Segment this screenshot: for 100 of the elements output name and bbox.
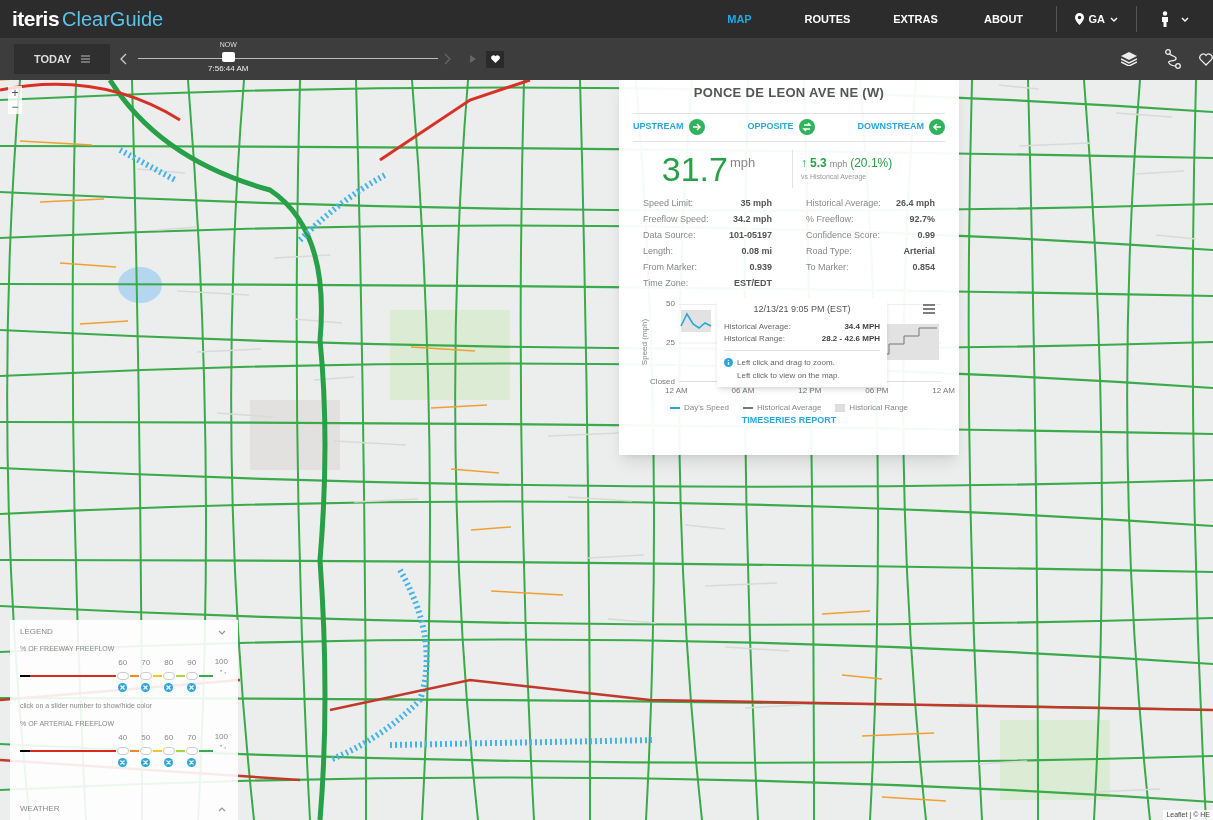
tooltip-label: Historical Average: bbox=[724, 321, 791, 333]
threshold-value[interactable]: 80 bbox=[164, 656, 174, 669]
remove-color-button[interactable] bbox=[141, 682, 151, 692]
slider-handle[interactable] bbox=[139, 746, 152, 755]
stat-value: 26.4 mph bbox=[896, 196, 935, 210]
current-speed: 31.7 bbox=[661, 149, 728, 188]
y-tick-label: 50 bbox=[666, 298, 675, 309]
legend-label: Day's Speed bbox=[683, 401, 730, 414]
favorite-button[interactable] bbox=[486, 50, 505, 68]
tooltip-title: 12/13/21 9:05 PM (EST) bbox=[752, 302, 852, 316]
slider-handle[interactable] bbox=[116, 671, 129, 680]
close-icon bbox=[189, 759, 195, 765]
stat-value: Arterial bbox=[903, 244, 935, 258]
threshold-value[interactable]: 70 bbox=[141, 656, 151, 669]
stat-label: Confidence Score: bbox=[806, 228, 881, 242]
chevron-down-icon bbox=[218, 629, 226, 635]
zoom-out-button[interactable]: − bbox=[8, 100, 22, 114]
route-icon bbox=[1164, 49, 1182, 69]
tooltip-hint: Left click to view on the map. bbox=[737, 370, 840, 382]
speed-change-percent: (20.1%) bbox=[850, 155, 893, 173]
close-icon bbox=[189, 684, 195, 690]
speed-scale-segment bbox=[198, 674, 213, 677]
scale-max-value: 100 bbox=[214, 731, 228, 743]
speed-change: 5.3 bbox=[810, 155, 827, 173]
slider-handle[interactable] bbox=[185, 671, 198, 680]
remove-color-button[interactable] bbox=[118, 682, 128, 692]
zoom-in-button[interactable]: + bbox=[8, 86, 22, 100]
remove-color-button[interactable] bbox=[164, 682, 174, 692]
stat-label: Length: bbox=[643, 244, 674, 258]
slider-handle[interactable] bbox=[185, 746, 198, 755]
slider-handle[interactable] bbox=[139, 671, 152, 680]
chevron-down-icon bbox=[1181, 16, 1189, 22]
stat-label: Data Source: bbox=[643, 228, 696, 242]
speed-scale-segment bbox=[152, 749, 162, 752]
threshold-value[interactable]: 50 bbox=[141, 731, 151, 744]
y-tick-label: Closed bbox=[650, 376, 675, 387]
stat-value: 34.2 mph bbox=[733, 212, 772, 226]
remove-color-button[interactable] bbox=[141, 757, 151, 767]
speed-scale-segment bbox=[129, 749, 139, 752]
menu-icon bbox=[81, 55, 91, 63]
threshold-value[interactable]: 40 bbox=[118, 731, 128, 744]
stat-value: 0.854 bbox=[912, 260, 935, 274]
play-icon bbox=[470, 55, 477, 63]
slider-handle[interactable] bbox=[162, 671, 175, 680]
scale-max-value: 100 bbox=[214, 656, 228, 668]
nav-tab[interactable]: MAP bbox=[695, 0, 784, 38]
nav-tab[interactable]: ROUTES bbox=[783, 0, 872, 38]
segment-link[interactable]: DOWNSTREAM bbox=[857, 119, 945, 135]
region-dropdown[interactable]: GA bbox=[1056, 0, 1136, 38]
today-button[interactable]: TODAY bbox=[14, 44, 111, 74]
tooltip-value: 28.2 - 42.6 MPH bbox=[821, 333, 880, 345]
logo-product: ClearGuide bbox=[62, 7, 164, 33]
y-tick-label: 25 bbox=[666, 337, 675, 348]
stat-value: 0.99 bbox=[917, 228, 935, 242]
threshold-value[interactable]: 60 bbox=[164, 731, 174, 744]
close-icon bbox=[120, 759, 126, 765]
threshold-value[interactable]: 60 bbox=[118, 656, 128, 669]
nav-tab[interactable]: ABOUT bbox=[959, 0, 1048, 38]
location-pin-icon bbox=[1074, 13, 1084, 25]
timeseries-report-link[interactable]: TIMESERIES REPORT bbox=[741, 413, 837, 427]
close-icon bbox=[143, 684, 149, 690]
speed-scale-segment bbox=[152, 674, 162, 677]
stat-label: Historical Average: bbox=[806, 196, 881, 210]
x-tick-label: 12 AM bbox=[932, 384, 955, 397]
threshold-value[interactable]: 90 bbox=[187, 656, 197, 669]
close-icon bbox=[120, 684, 126, 690]
remove-color-button[interactable] bbox=[187, 682, 197, 692]
legend-label: Historical Range bbox=[849, 401, 909, 414]
speed-change-unit: mph bbox=[829, 158, 848, 172]
segment-link[interactable]: UPSTREAM bbox=[633, 119, 705, 135]
x-tick-label: 12 AM bbox=[665, 384, 688, 397]
speed-scale-segment bbox=[175, 749, 185, 752]
tooltip-hint: Left click and drag to zoom. bbox=[737, 357, 836, 369]
stat-label: To Marker: bbox=[806, 260, 849, 274]
person-icon bbox=[1161, 11, 1169, 27]
remove-color-button[interactable] bbox=[118, 757, 128, 767]
slider-handle[interactable] bbox=[162, 746, 175, 755]
heart-icon bbox=[490, 55, 500, 63]
x-tick-label: 06 AM bbox=[731, 384, 755, 397]
stat-label: Speed Limit: bbox=[643, 196, 694, 210]
stat-label: % Freeflow: bbox=[806, 212, 854, 226]
time-slider-thumb[interactable] bbox=[221, 52, 235, 62]
threshold-value[interactable]: 70 bbox=[187, 731, 197, 744]
speed-scale-segment bbox=[198, 749, 213, 752]
remove-color-button[interactable] bbox=[164, 757, 174, 767]
segment-link[interactable]: OPPOSITE bbox=[747, 119, 815, 135]
stat-value: 92.7% bbox=[909, 212, 935, 226]
speed-scale-segment bbox=[129, 674, 139, 677]
stat-label: From Marker: bbox=[643, 260, 697, 274]
remove-color-button[interactable] bbox=[187, 757, 197, 767]
close-icon bbox=[166, 759, 172, 765]
arrow-right-icon bbox=[688, 119, 705, 135]
layers-icon bbox=[1121, 52, 1137, 66]
slider-handle[interactable] bbox=[116, 746, 129, 755]
chart-menu-icon bbox=[923, 303, 935, 314]
y-axis-label: Speed (mph) bbox=[640, 318, 649, 365]
nav-tab[interactable]: EXTRAS bbox=[871, 0, 960, 38]
close-icon bbox=[166, 684, 172, 690]
chevron-up-icon bbox=[218, 806, 226, 812]
info-icon bbox=[724, 358, 733, 367]
